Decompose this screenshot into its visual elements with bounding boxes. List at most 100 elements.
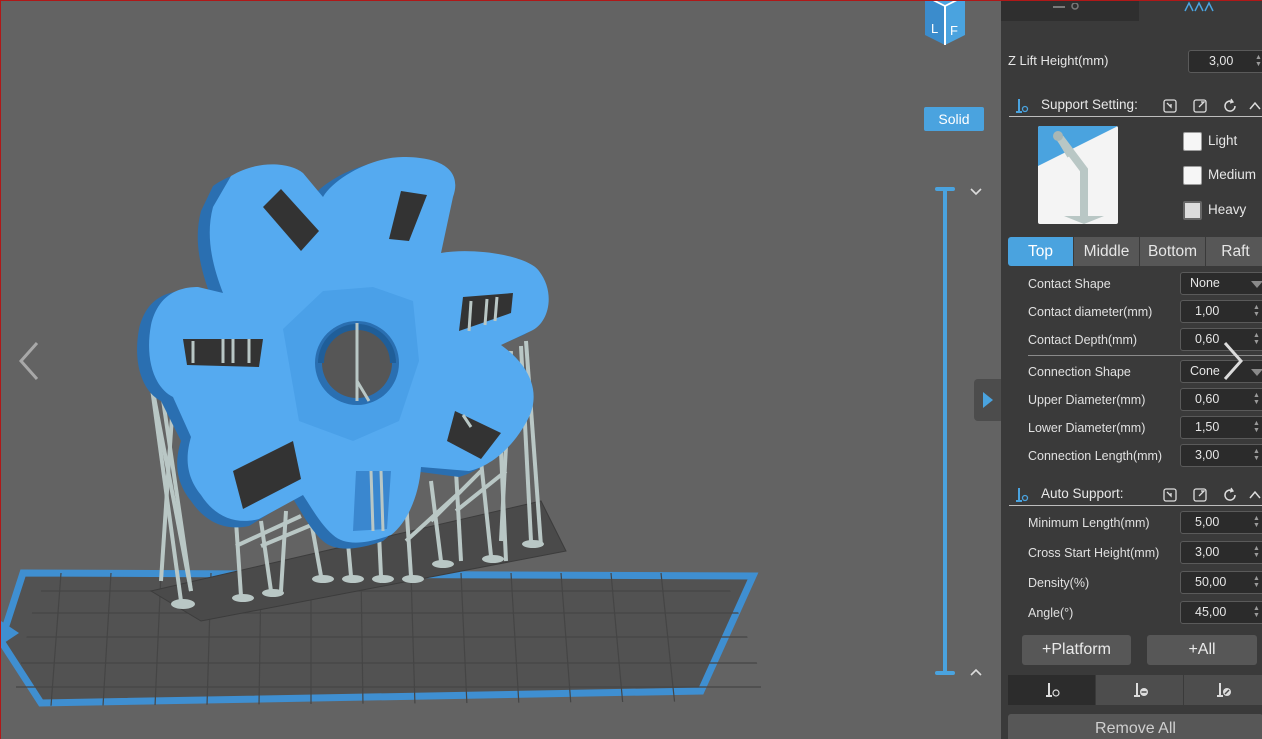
- minimum-length-input[interactable]: 5,00 ▲ ▼: [1180, 511, 1262, 534]
- print-scene: [1, 157, 761, 707]
- export-icon[interactable]: [1192, 98, 1208, 114]
- cross-start-height-label: Cross Start Height(mm): [1028, 546, 1160, 560]
- z-lift-input[interactable]: 3,00 ▲ ▼: [1188, 50, 1262, 73]
- tab-settings-icon: [1053, 3, 1079, 10]
- connection-length-label: Connection Length(mm): [1028, 449, 1163, 463]
- density-label: Density(%): [1028, 576, 1090, 590]
- panel-tab-bar: [1001, 1, 1262, 23]
- panel-tab-supports[interactable]: [1139, 1, 1262, 21]
- next-view-button[interactable]: [1219, 339, 1247, 390]
- checkbox-box[interactable]: [1183, 132, 1202, 151]
- auto-support-title: Auto Support:: [1041, 486, 1124, 501]
- support-preview-icon: [1038, 126, 1118, 224]
- chevron-right-icon: [1223, 342, 1244, 380]
- cross-start-height-value: 3,00: [1195, 545, 1220, 559]
- spinner-icon[interactable]: ▲ ▼: [1253, 420, 1260, 435]
- preset-light-label: Light: [1208, 133, 1238, 148]
- contact-depth-value: 0,60: [1195, 332, 1220, 346]
- tab-supports-icon: [1184, 1, 1214, 12]
- spinner-icon[interactable]: ▲ ▼: [1253, 545, 1260, 560]
- import-icon[interactable]: [1162, 487, 1178, 503]
- triangle-right-icon: [983, 392, 993, 408]
- spinner-icon[interactable]: ▲ ▼: [1253, 448, 1260, 463]
- density-input[interactable]: 50,00 ▲ ▼: [1180, 571, 1262, 594]
- tab-bottom[interactable]: Bottom: [1140, 237, 1206, 266]
- tab-top[interactable]: Top: [1008, 237, 1074, 266]
- panel-tab-settings[interactable]: [1001, 1, 1139, 21]
- section-divider: [1009, 116, 1262, 117]
- remove-all-button[interactable]: Remove All: [1008, 714, 1262, 739]
- view-cube[interactable]: T L F: [921, 1, 967, 47]
- build-plate: [1, 569, 761, 707]
- edit-support-icon: [1217, 683, 1231, 697]
- cross-start-height-input[interactable]: 3,00 ▲ ▼: [1180, 541, 1262, 564]
- layer-slider-top-handle[interactable]: [935, 187, 955, 191]
- collapse-section-icon[interactable]: [1247, 487, 1262, 503]
- minimum-length-label: Minimum Length(mm): [1028, 516, 1150, 530]
- connection-shape-value: Cone: [1190, 364, 1220, 378]
- tab-raft[interactable]: Raft: [1206, 237, 1262, 266]
- upper-diameter-input[interactable]: 0,60 ▲ ▼: [1180, 388, 1262, 411]
- support-pin-icon: [1016, 488, 1029, 502]
- support-setting-title: Support Setting:: [1041, 97, 1138, 112]
- chevron-left-icon: [18, 342, 39, 380]
- preset-heavy-label: Heavy: [1208, 202, 1247, 217]
- export-icon[interactable]: [1192, 487, 1208, 503]
- contact-shape-select[interactable]: None: [1180, 272, 1262, 295]
- contact-shape-label: Contact Shape: [1028, 277, 1111, 291]
- view-cube-face-top: T: [935, 1, 941, 2]
- angle-input[interactable]: 45,00 ▲ ▼: [1180, 601, 1262, 624]
- spinner-icon[interactable]: ▲ ▼: [1253, 575, 1260, 590]
- connection-length-input[interactable]: 3,00 ▲ ▼: [1180, 444, 1262, 467]
- connection-shape-label: Connection Shape: [1028, 365, 1131, 379]
- checkbox-box[interactable]: [1183, 201, 1202, 220]
- dropdown-caret-icon: [1251, 281, 1262, 288]
- import-icon[interactable]: [1162, 98, 1178, 114]
- layer-slider-bottom-handle[interactable]: [935, 671, 955, 675]
- z-lift-value: 3,00: [1209, 54, 1234, 68]
- layer-up-button[interactable]: [967, 663, 985, 681]
- checkbox-box[interactable]: [1183, 166, 1202, 185]
- upper-diameter-label: Upper Diameter(mm): [1028, 393, 1146, 407]
- density-value: 50,00: [1195, 575, 1227, 589]
- spinner-icon[interactable]: ▲ ▼: [1253, 605, 1260, 620]
- solid-view-button[interactable]: Solid: [924, 107, 984, 131]
- viewport-3d[interactable]: T L F Solid: [1, 1, 1001, 739]
- spinner-icon[interactable]: ▲ ▼: [1253, 332, 1260, 347]
- support-pin-icon: [1016, 99, 1029, 113]
- layer-down-button[interactable]: [967, 183, 985, 201]
- add-support-tool[interactable]: [1008, 675, 1096, 705]
- chevron-down-icon: [970, 188, 982, 196]
- previous-view-button[interactable]: [15, 339, 43, 390]
- contact-depth-label: Contact Depth(mm): [1028, 333, 1138, 347]
- gear-model: [137, 157, 549, 549]
- tab-middle[interactable]: Middle: [1074, 237, 1140, 266]
- add-platform-supports-button[interactable]: +Platform: [1022, 635, 1131, 665]
- contact-shape-value: None: [1190, 276, 1220, 290]
- remove-support-icon: [1133, 683, 1148, 697]
- dropdown-caret-icon: [1251, 369, 1262, 376]
- preset-medium-label: Medium: [1208, 167, 1257, 182]
- connection-length-value: 3,00: [1195, 448, 1220, 462]
- spinner-icon[interactable]: ▲ ▼: [1253, 304, 1260, 319]
- spinner-icon[interactable]: ▲ ▼: [1253, 392, 1260, 407]
- reset-icon[interactable]: [1222, 487, 1238, 503]
- remove-support-tool[interactable]: [1096, 675, 1184, 705]
- collapse-section-icon[interactable]: [1247, 98, 1262, 114]
- angle-value: 45,00: [1195, 605, 1227, 619]
- panel-collapse-button[interactable]: [974, 379, 1001, 421]
- reset-icon[interactable]: [1222, 98, 1238, 114]
- edit-support-tool[interactable]: [1184, 675, 1262, 705]
- contact-diameter-input[interactable]: 1,00 ▲ ▼: [1180, 300, 1262, 323]
- layer-slider-track[interactable]: [943, 189, 947, 673]
- upper-diameter-value: 0,60: [1195, 392, 1220, 406]
- support-tool-bar: [1008, 675, 1262, 705]
- add-all-supports-button[interactable]: +All: [1147, 635, 1257, 665]
- contact-diameter-value: 1,00: [1195, 304, 1220, 318]
- spinner-icon[interactable]: ▲ ▼: [1253, 515, 1260, 530]
- z-lift-label: Z Lift Height(mm): [1008, 53, 1109, 68]
- angle-label: Angle(°): [1028, 606, 1074, 620]
- chevron-up-icon: [970, 668, 982, 676]
- lower-diameter-input[interactable]: 1,50 ▲ ▼: [1180, 416, 1262, 439]
- spinner-icon[interactable]: ▲ ▼: [1255, 54, 1262, 69]
